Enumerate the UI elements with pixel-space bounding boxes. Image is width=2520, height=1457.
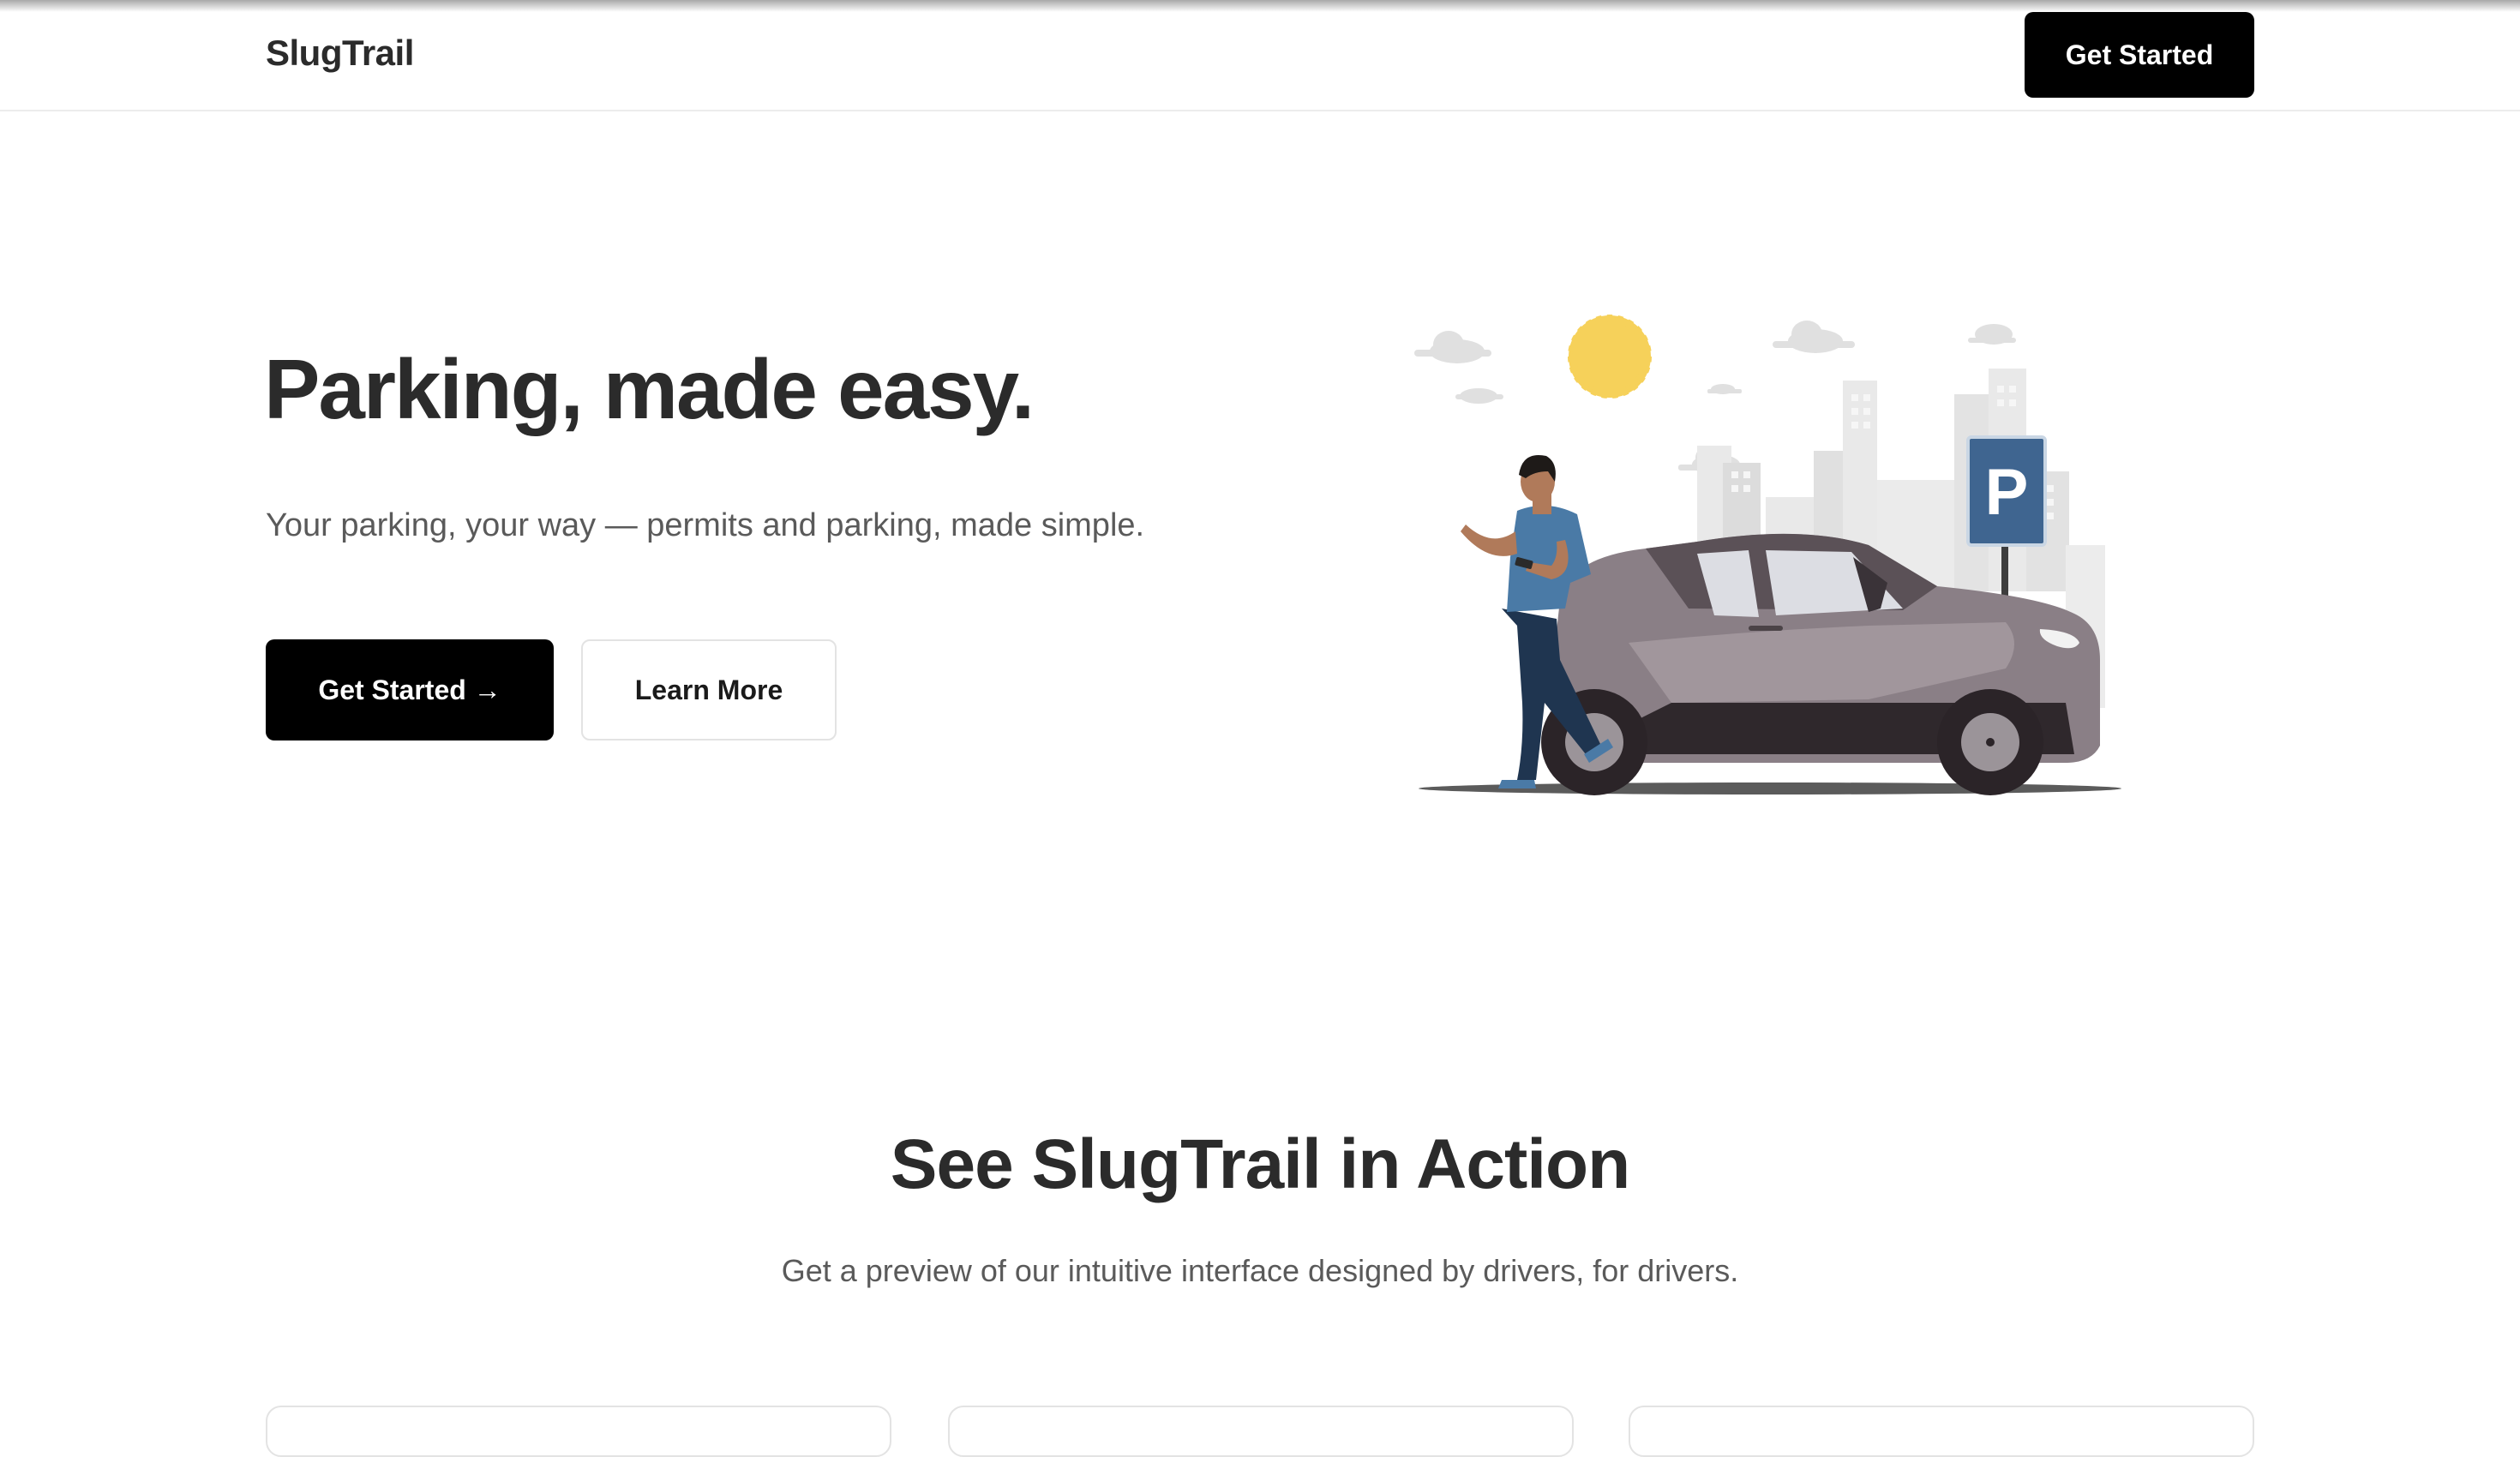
hero-title: Parking, made easy. [264, 342, 1035, 436]
preview-card-3 [1629, 1406, 2254, 1457]
preview-title: See SlugTrail in Action [890, 1125, 1630, 1203]
preview-card-1 [266, 1406, 891, 1457]
navbar: SlugTrail Get Started [0, 0, 2520, 111]
brand-logo[interactable]: SlugTrail [266, 33, 414, 74]
car-wheel-front [1937, 689, 2043, 795]
hero-subtitle: Your parking, your way — permits and par… [266, 507, 1145, 543]
hero-get-started-button[interactable]: Get Started → [266, 639, 554, 740]
hero-learn-more-button[interactable]: Learn More [581, 639, 837, 740]
sun-icon [1568, 315, 1652, 399]
preview-subtitle: Get a preview of our intuitive interface… [781, 1253, 1739, 1288]
nav-get-started-button[interactable]: Get Started [2025, 12, 2254, 98]
preview-card-2 [948, 1406, 1574, 1457]
top-edge-shadow [0, 0, 2520, 12]
parking-sign-letter: P [1985, 456, 2029, 529]
parking-illustration: P [1414, 315, 2121, 795]
